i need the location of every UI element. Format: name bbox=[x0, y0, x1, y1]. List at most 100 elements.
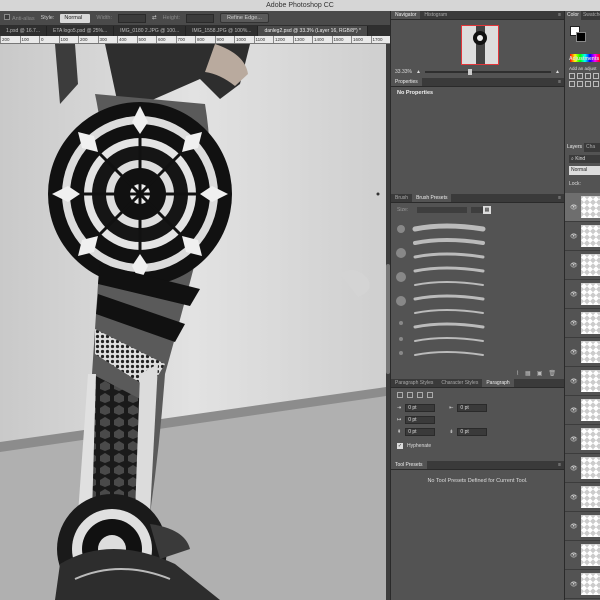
layer-row[interactable]: 👁 bbox=[565, 512, 600, 541]
tab-channels[interactable]: Cha bbox=[584, 143, 597, 152]
vibrance-icon[interactable] bbox=[569, 81, 575, 87]
layer-row[interactable]: 👁 bbox=[565, 193, 600, 222]
panel-menu-icon[interactable]: ≡ bbox=[558, 461, 561, 470]
tab-brush-presets[interactable]: Brush Presets bbox=[412, 194, 452, 202]
tab-swatches[interactable]: Swatche bbox=[581, 11, 600, 20]
zoom-value[interactable]: 33.33% bbox=[395, 69, 412, 75]
new-preset-icon[interactable]: ▣ bbox=[537, 370, 543, 377]
layer-row[interactable]: 👁 bbox=[565, 367, 600, 396]
background-color-swatch[interactable] bbox=[576, 32, 586, 42]
justify-icon[interactable] bbox=[427, 392, 433, 398]
brush-tabs: Brush Brush Presets ≡ bbox=[391, 194, 564, 203]
eye-icon[interactable]: 👁 bbox=[570, 494, 578, 501]
tab-character-styles[interactable]: Character Styles bbox=[437, 379, 482, 387]
layer-row[interactable]: 👁 bbox=[565, 454, 600, 483]
exposure-icon[interactable] bbox=[593, 73, 599, 79]
panel-menu-icon[interactable]: ≡ bbox=[558, 11, 561, 20]
layer-row[interactable]: 👁 bbox=[565, 222, 600, 251]
doc-tab[interactable]: IMG_1558.JPG @ 100%... bbox=[186, 26, 259, 36]
tab-brush[interactable]: Brush bbox=[391, 194, 412, 202]
zoom-slider[interactable] bbox=[424, 69, 552, 75]
tab-properties[interactable]: Properties bbox=[391, 78, 422, 86]
adjustment-icons bbox=[569, 73, 600, 87]
doc-tab[interactable]: IMG_0180 2.JPG @ 100... bbox=[114, 26, 187, 36]
doc-tab-active[interactable]: danleg2.psd @ 33.3% (Layer 16, RGB/8*) * bbox=[258, 26, 368, 36]
layer-row[interactable]: 👁 bbox=[565, 251, 600, 280]
align-right-icon[interactable] bbox=[417, 392, 423, 398]
blend-mode-select[interactable]: Normal bbox=[569, 166, 600, 175]
layer-list[interactable]: 👁 👁 👁 👁 👁 👁 👁 👁 👁 👁 👁 👁 👁 👁 bbox=[565, 193, 600, 599]
eye-icon[interactable]: 👁 bbox=[570, 523, 578, 530]
adjustments-sub: Add an adjust bbox=[569, 66, 597, 71]
eye-icon[interactable]: 👁 bbox=[570, 436, 578, 443]
doc-tab[interactable]: 1.psd @ 16.7... bbox=[0, 26, 47, 36]
grid-icon[interactable]: ▦ bbox=[525, 370, 531, 377]
eye-icon[interactable]: 👁 bbox=[570, 233, 578, 240]
tab-histogram[interactable]: Histogram bbox=[420, 11, 451, 19]
eye-icon[interactable]: 👁 bbox=[570, 349, 578, 356]
eye-icon[interactable]: 👁 bbox=[570, 204, 578, 211]
indent-right-field[interactable]: 0 pt bbox=[457, 404, 488, 412]
space-after-field[interactable]: 0 pt bbox=[457, 428, 488, 436]
height-label: Height: bbox=[162, 15, 181, 21]
zoom-in-icon[interactable]: ▲ bbox=[555, 69, 560, 75]
ruler-tick: 500 bbox=[136, 36, 157, 43]
eye-icon[interactable]: 👁 bbox=[570, 320, 578, 327]
refine-edge-button[interactable]: Refine Edge... bbox=[220, 13, 269, 23]
eye-icon[interactable]: 👁 bbox=[570, 378, 578, 385]
layer-row[interactable]: 👁 bbox=[565, 309, 600, 338]
brightness-icon[interactable] bbox=[569, 73, 575, 79]
layer-thumbnail bbox=[581, 573, 600, 595]
panel-menu-icon[interactable]: ≡ bbox=[558, 78, 561, 87]
hyphenate-checkbox[interactable]: ✓ bbox=[397, 443, 403, 449]
eye-icon[interactable]: 👁 bbox=[570, 581, 578, 588]
brush-preset-list[interactable] bbox=[395, 221, 491, 361]
tab-color[interactable]: Color bbox=[565, 11, 581, 20]
eye-icon[interactable]: 👁 bbox=[570, 262, 578, 269]
brush-options-icon[interactable]: ⌇ bbox=[516, 370, 519, 377]
align-center-icon[interactable] bbox=[407, 392, 413, 398]
space-before-field[interactable]: 0 pt bbox=[405, 428, 436, 436]
align-left-icon[interactable] bbox=[397, 392, 403, 398]
tab-tool-presets[interactable]: Tool Presets bbox=[391, 461, 427, 469]
eye-icon[interactable]: 👁 bbox=[570, 465, 578, 472]
balance-icon[interactable] bbox=[585, 81, 591, 87]
zoom-knob[interactable] bbox=[467, 69, 472, 75]
levels-icon[interactable] bbox=[577, 73, 583, 79]
tab-navigator[interactable]: Navigator bbox=[391, 11, 421, 19]
document-canvas[interactable] bbox=[0, 44, 386, 600]
width-field[interactable] bbox=[117, 13, 146, 23]
layer-row[interactable]: 👁 bbox=[565, 280, 600, 309]
ruler-tick: 800 bbox=[195, 36, 215, 43]
panel-menu-icon[interactable]: ≡ bbox=[558, 194, 561, 203]
layer-row[interactable]: 👁 bbox=[565, 483, 600, 512]
eye-icon[interactable]: 👁 bbox=[570, 407, 578, 414]
layer-filter-kind[interactable]: ⌕ Kind bbox=[569, 155, 600, 163]
layer-row[interactable]: 👁 bbox=[565, 396, 600, 425]
zoom-out-icon[interactable]: ▲ bbox=[416, 69, 421, 75]
swap-icon[interactable]: ⇄ bbox=[152, 15, 157, 21]
ruler-tick: 1200 bbox=[273, 36, 293, 43]
layer-row[interactable]: 👁 bbox=[565, 425, 600, 454]
eye-icon[interactable]: 👁 bbox=[570, 291, 578, 298]
bw-icon[interactable] bbox=[593, 81, 599, 87]
navigator-preview[interactable] bbox=[461, 25, 499, 65]
layer-row[interactable]: 👁 bbox=[565, 338, 600, 367]
curves-icon[interactable] bbox=[585, 73, 591, 79]
style-select[interactable]: Normal bbox=[60, 13, 91, 23]
size-slider[interactable] bbox=[417, 207, 467, 213]
tab-paragraph[interactable]: Paragraph bbox=[482, 379, 514, 387]
eye-icon[interactable]: 👁 bbox=[570, 552, 578, 559]
tab-layers[interactable]: Layers bbox=[565, 143, 585, 152]
first-line-field[interactable]: 0 pt bbox=[405, 416, 436, 424]
hue-icon[interactable] bbox=[577, 81, 583, 87]
layer-row[interactable]: 👁 bbox=[565, 541, 600, 570]
anti-alias-checkbox[interactable]: Anti-alias bbox=[4, 14, 35, 22]
trash-icon[interactable]: 🗑 bbox=[548, 370, 556, 377]
indent-left-field[interactable]: 0 pt bbox=[405, 404, 436, 412]
doc-tab[interactable]: ETA logo5.psd @ 25%... bbox=[47, 26, 115, 36]
brush-panel-toggle-icon[interactable]: ▦ bbox=[483, 206, 491, 214]
tab-paragraph-styles[interactable]: Paragraph Styles bbox=[391, 379, 437, 387]
height-field[interactable] bbox=[186, 13, 215, 23]
layer-row[interactable]: 👁 bbox=[565, 570, 600, 599]
